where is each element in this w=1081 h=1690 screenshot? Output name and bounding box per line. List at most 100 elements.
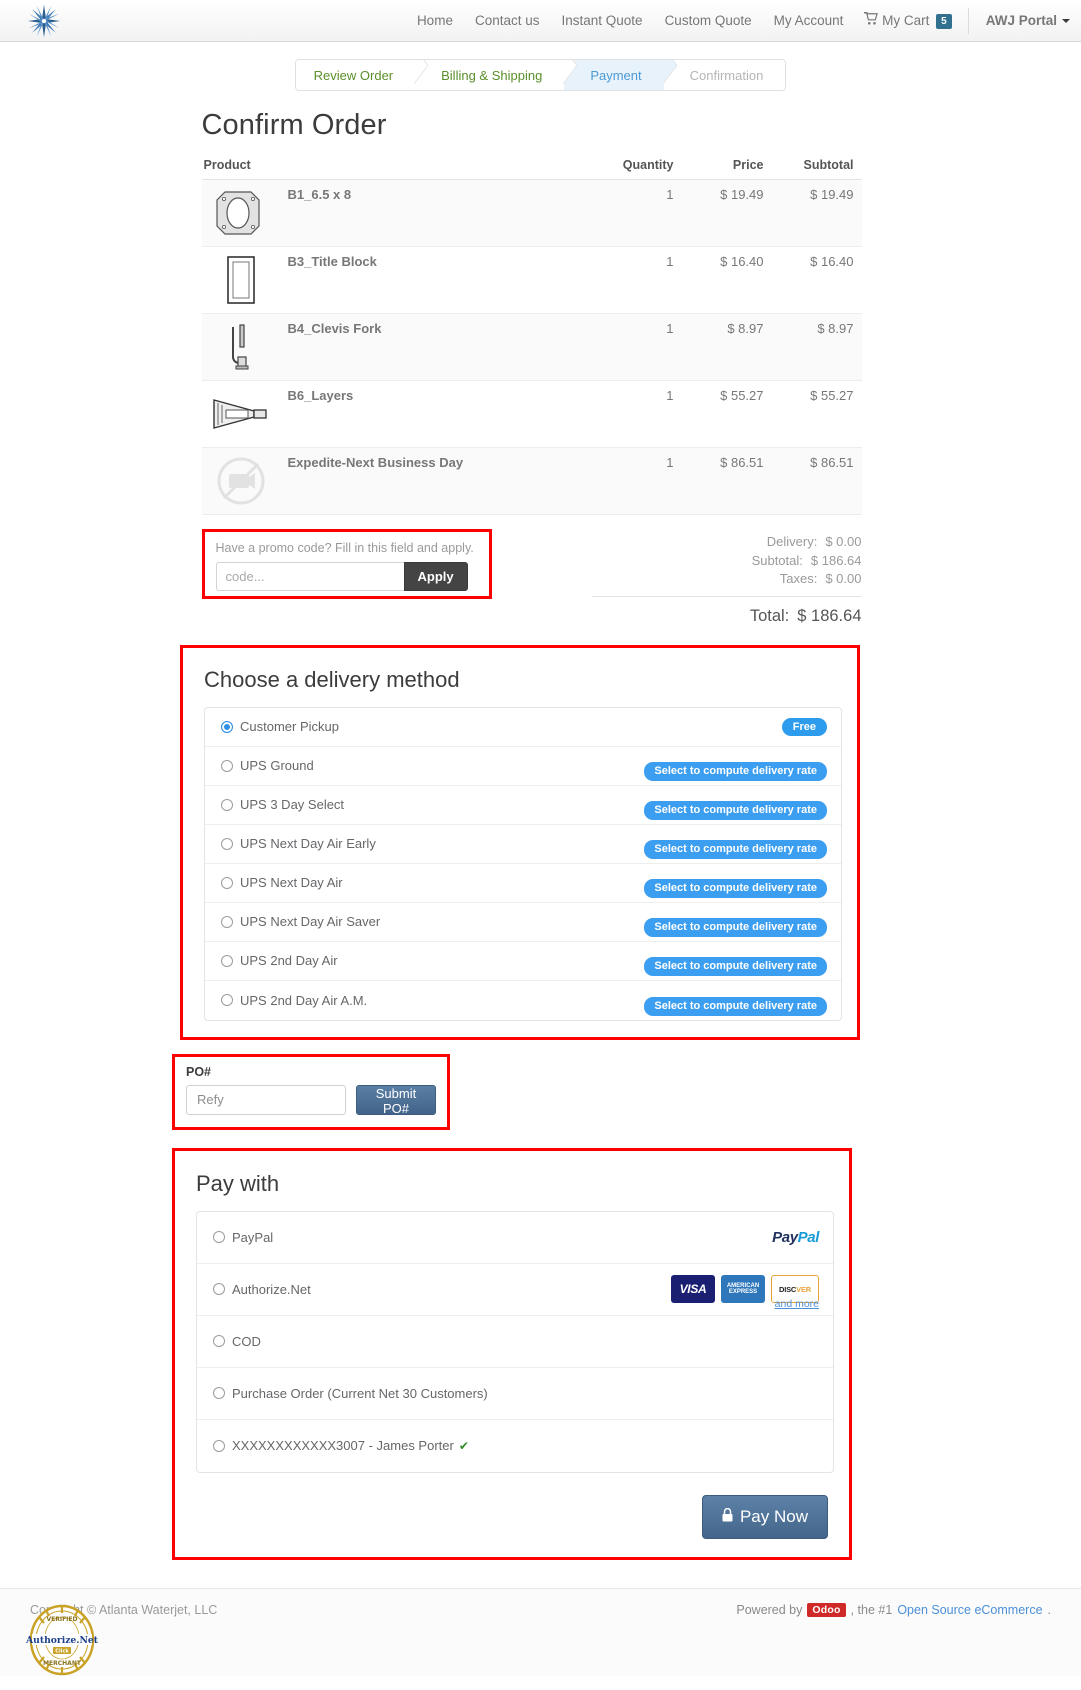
radio-icon[interactable]: [213, 1231, 225, 1243]
radio-icon[interactable]: [213, 1387, 225, 1399]
compute-rate-badge: Select to compute delivery rate: [644, 957, 827, 976]
radio-icon[interactable]: [221, 954, 233, 967]
compute-rate-badge: Select to compute delivery rate: [644, 918, 827, 937]
portal-label: AWJ Portal: [985, 13, 1057, 28]
wizard-step-confirmation: Confirmation: [663, 60, 786, 90]
delivery-option-ups-next-day-air[interactable]: UPS Next Day Air Select to compute deliv…: [205, 864, 841, 903]
compute-rate-badge: Select to compute delivery rate: [644, 879, 827, 898]
odoo-logo-icon: Odoo: [807, 1602, 846, 1617]
nav-item-awj-portal[interactable]: AWJ Portal: [975, 0, 1081, 41]
product-subtotal: $ 16.40: [810, 254, 854, 269]
product-quantity: 1: [666, 321, 674, 336]
paypal-logo-icon: PayPal: [772, 1228, 819, 1246]
column-header-subtotal: Subtotal: [771, 154, 862, 180]
powered-by: Powered by Odoo , the #1 Open Source eCo…: [736, 1602, 1051, 1617]
delivery-option-ups-2nd-day-air-am[interactable]: UPS 2nd Day Air A.M. Select to compute d…: [205, 981, 841, 1020]
payment-option-label: PayPal: [232, 1229, 274, 1245]
delivery-option-label: UPS Next Day Air Early: [240, 836, 376, 851]
nav-item-contact-us[interactable]: Contact us: [464, 0, 551, 41]
product-thumbnail-cell: [202, 180, 280, 247]
subtotal-value: $ 186.64: [810, 552, 862, 568]
totals-delivery-row: Delivery: $ 0.00: [592, 533, 862, 552]
payment-option-authorize-net[interactable]: Authorize.Net VISA AMERICAN EXPRESS DISC V…: [197, 1264, 833, 1316]
po-number-input[interactable]: [186, 1084, 346, 1115]
order-summary-table: Product Quantity Price Subtotal B1_6.5 x…: [201, 154, 862, 515]
cart-label: My Cart: [882, 13, 930, 28]
seal-brand-text: Authorize.Net: [26, 1635, 98, 1646]
radio-icon[interactable]: [221, 915, 233, 928]
delivery-option-ups-2nd-day-air[interactable]: UPS 2nd Day Air Select to compute delive…: [205, 942, 841, 981]
nav-item-my-account[interactable]: My Account: [763, 0, 855, 41]
submit-po-button[interactable]: Submit PO#: [356, 1084, 436, 1116]
delivery-section-title: Choose a delivery method: [204, 666, 460, 692]
delivery-option-label: UPS 2nd Day Air: [240, 953, 338, 968]
delivery-option-label: UPS Ground: [240, 758, 314, 773]
payment-option-paypal[interactable]: PayPal PayPal: [197, 1212, 833, 1264]
wizard-step-label: Payment: [590, 67, 642, 83]
product-quantity: 1: [666, 254, 674, 269]
visa-logo-icon: VISA: [671, 1275, 715, 1303]
product-thumbnail-cell: [202, 381, 280, 448]
radio-icon[interactable]: [221, 994, 233, 1006]
nav-item-home[interactable]: Home: [406, 0, 464, 41]
delivery-method-section: Choose a delivery method Customer Pickup…: [180, 644, 860, 1040]
cart-icon: [863, 11, 882, 28]
payment-option-purchase-order[interactable]: Purchase Order (Current Net 30 Customers…: [197, 1368, 833, 1420]
table-row: B1_6.5 x 8 1 $ 19.49 $ 19.49: [201, 179, 862, 247]
radio-icon[interactable]: [213, 1283, 225, 1295]
radio-icon[interactable]: [213, 1439, 225, 1452]
radio-icon[interactable]: [213, 1335, 225, 1347]
payment-section-title: Pay with: [196, 1170, 280, 1196]
total-label: Total:: [749, 606, 790, 625]
product-subtotal: $ 55.27: [810, 388, 854, 403]
nav-item-my-cart[interactable]: My Cart 5: [854, 0, 961, 41]
product-name: B6_Layers: [287, 388, 354, 403]
open-source-ecommerce-link[interactable]: Open Source eCommerce: [897, 1603, 1042, 1617]
radio-icon[interactable]: [221, 876, 233, 889]
radio-icon[interactable]: [221, 837, 233, 850]
seal-click-text: Click: [55, 1649, 69, 1655]
clevis-fork-icon: [210, 321, 272, 373]
radio-icon[interactable]: [221, 759, 233, 772]
radio-icon[interactable]: [221, 720, 233, 733]
delivery-method-list: Customer Pickup Free UPS Ground Select t…: [204, 706, 842, 1021]
nav-item-instant-quote[interactable]: Instant Quote: [551, 0, 654, 41]
promo-code-label: Have a promo code? Fill in this field an…: [215, 541, 474, 555]
pay-now-button[interactable]: Pay Now: [701, 1494, 828, 1539]
po-number-section: PO# Submit PO#: [172, 1053, 450, 1130]
and-more-link[interactable]: and more: [775, 1298, 819, 1310]
delivery-option-label: UPS 3 Day Select: [240, 797, 345, 812]
pay-now-label: Pay Now: [739, 1506, 808, 1526]
product-price: $ 8.97: [727, 321, 764, 336]
column-header-product: Product: [201, 154, 586, 180]
delivery-label: Delivery:: [766, 534, 818, 549]
product-price: $ 55.27: [720, 388, 764, 403]
atlanta-waterjet-logo[interactable]: [26, 3, 62, 39]
delivery-option-ups-next-day-air-saver[interactable]: UPS Next Day Air Saver Select to compute…: [205, 903, 841, 942]
po-number-label: PO#: [186, 1064, 212, 1079]
payment-method-list: PayPal PayPal Authorize.Net VISA AMERICA…: [196, 1210, 834, 1473]
delivery-option-ups-next-day-air-early[interactable]: UPS Next Day Air Early Select to compute…: [205, 825, 841, 864]
delivery-option-ups-3-day-select[interactable]: UPS 3 Day Select Select to compute deliv…: [205, 786, 841, 825]
payment-option-cod[interactable]: COD: [197, 1316, 833, 1368]
wizard-step-billing-shipping[interactable]: Billing & Shipping: [415, 60, 565, 90]
compute-rate-badge: Select to compute delivery rate: [644, 840, 827, 859]
product-price: $ 19.49: [720, 187, 764, 202]
promo-code-box: Have a promo code? Fill in this field an…: [201, 529, 492, 599]
payment-option-saved-card[interactable]: XXXXXXXXXXXX3007 - James Porter ✔: [197, 1420, 833, 1472]
delivery-option-customer-pickup[interactable]: Customer Pickup Free: [205, 708, 841, 747]
payment-method-section: Pay with PayPal PayPal Authorize.Net VIS…: [172, 1147, 852, 1560]
apply-promo-button[interactable]: Apply: [403, 562, 468, 591]
paypal-logos: PayPal: [772, 1229, 819, 1246]
promo-code-input[interactable]: [215, 562, 404, 591]
authorize-net-verified-merchant-seal[interactable]: VERIFIED Authorize.Net Click MERCHANT: [25, 1604, 99, 1676]
layers-wedge-icon: [210, 388, 272, 440]
nav-item-custom-quote[interactable]: Custom Quote: [654, 0, 763, 41]
chevron-down-icon: [1062, 19, 1070, 24]
delivery-option-ups-ground[interactable]: UPS Ground Select to compute delivery ra…: [205, 747, 841, 786]
payment-option-label: Authorize.Net: [232, 1281, 311, 1297]
seal-bottom-text: MERCHANT: [43, 1660, 82, 1667]
radio-icon[interactable]: [221, 798, 233, 811]
wizard-step-review-order[interactable]: Review Order: [295, 60, 416, 90]
wizard-step-payment[interactable]: Payment: [564, 60, 664, 90]
